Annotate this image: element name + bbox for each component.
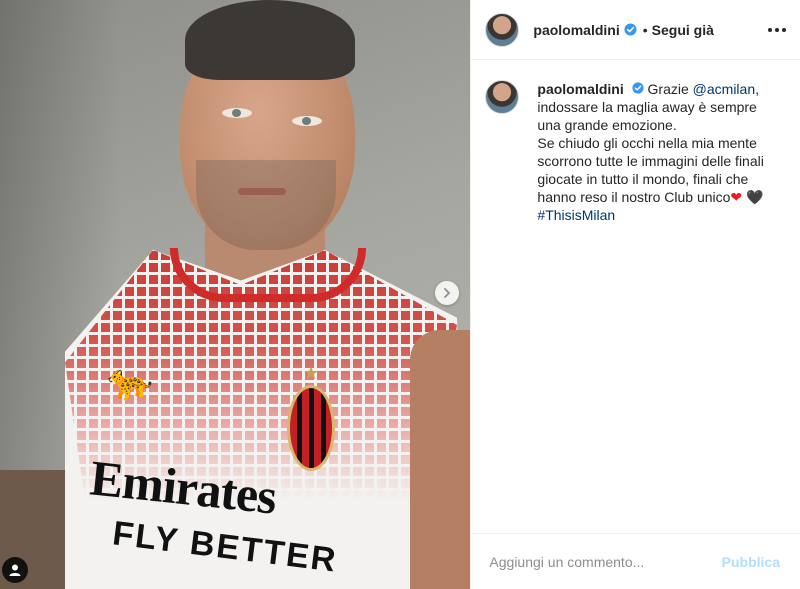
following-button[interactable]: Segui già — [652, 22, 714, 38]
caption-comma: , — [755, 81, 759, 97]
crest-star: ★ — [303, 363, 320, 383]
puma-logo-icon: 🐆 — [104, 356, 156, 405]
more-options-icon[interactable] — [768, 27, 786, 32]
left-eye — [222, 108, 252, 118]
instagram-post: 🐆 ★ Emirates FLY BETTER paolomaldini • S… — [0, 0, 800, 589]
verified-badge-icon — [632, 82, 644, 94]
mention-acmilan[interactable]: @acmilan — [693, 81, 755, 97]
publish-button[interactable]: Pubblica — [716, 553, 786, 571]
caption-text: paolomaldini Grazie @acmilan, indossare … — [537, 80, 777, 224]
raised-arm — [410, 330, 471, 589]
right-eye — [292, 116, 322, 126]
author-avatar[interactable] — [485, 12, 520, 47]
caption-line-jersey: indossare la maglia away è sempre una gr… — [537, 99, 757, 133]
ac-milan-crest-icon — [287, 385, 335, 471]
caption-author-avatar[interactable] — [485, 80, 520, 114]
caption-line-thanks: Grazie — [647, 81, 689, 97]
verified-badge-icon — [624, 23, 637, 36]
user-tag-icon — [9, 564, 21, 576]
caption: paolomaldini Grazie @acmilan, indossare … — [485, 80, 786, 224]
jersey-collar — [170, 248, 366, 302]
post-side-panel: paolomaldini • Segui già paolomaldini Gr… — [470, 0, 800, 589]
mouth — [238, 188, 286, 195]
hair — [185, 0, 355, 80]
comments-section: paolomaldini Grazie @acmilan, indossare … — [471, 60, 800, 533]
black-heart-emoji: 🖤 — [746, 189, 764, 205]
red-heart-emoji: ❤ — [730, 189, 743, 205]
post-photo[interactable]: 🐆 ★ Emirates FLY BETTER — [0, 0, 471, 589]
carousel-next-button[interactable] — [435, 281, 459, 305]
post-header: paolomaldini • Segui già — [471, 0, 800, 60]
chevron-right-icon — [444, 288, 450, 298]
comment-input[interactable] — [487, 552, 716, 571]
caption-username[interactable]: paolomaldini — [537, 81, 623, 97]
hashtag-thisismilan[interactable]: #ThisisMilan — [537, 207, 615, 223]
tagged-users-button[interactable] — [2, 557, 28, 583]
header-separator: • — [642, 21, 648, 38]
add-comment-bar: Pubblica — [471, 533, 800, 589]
author-username[interactable]: paolomaldini — [533, 22, 619, 38]
